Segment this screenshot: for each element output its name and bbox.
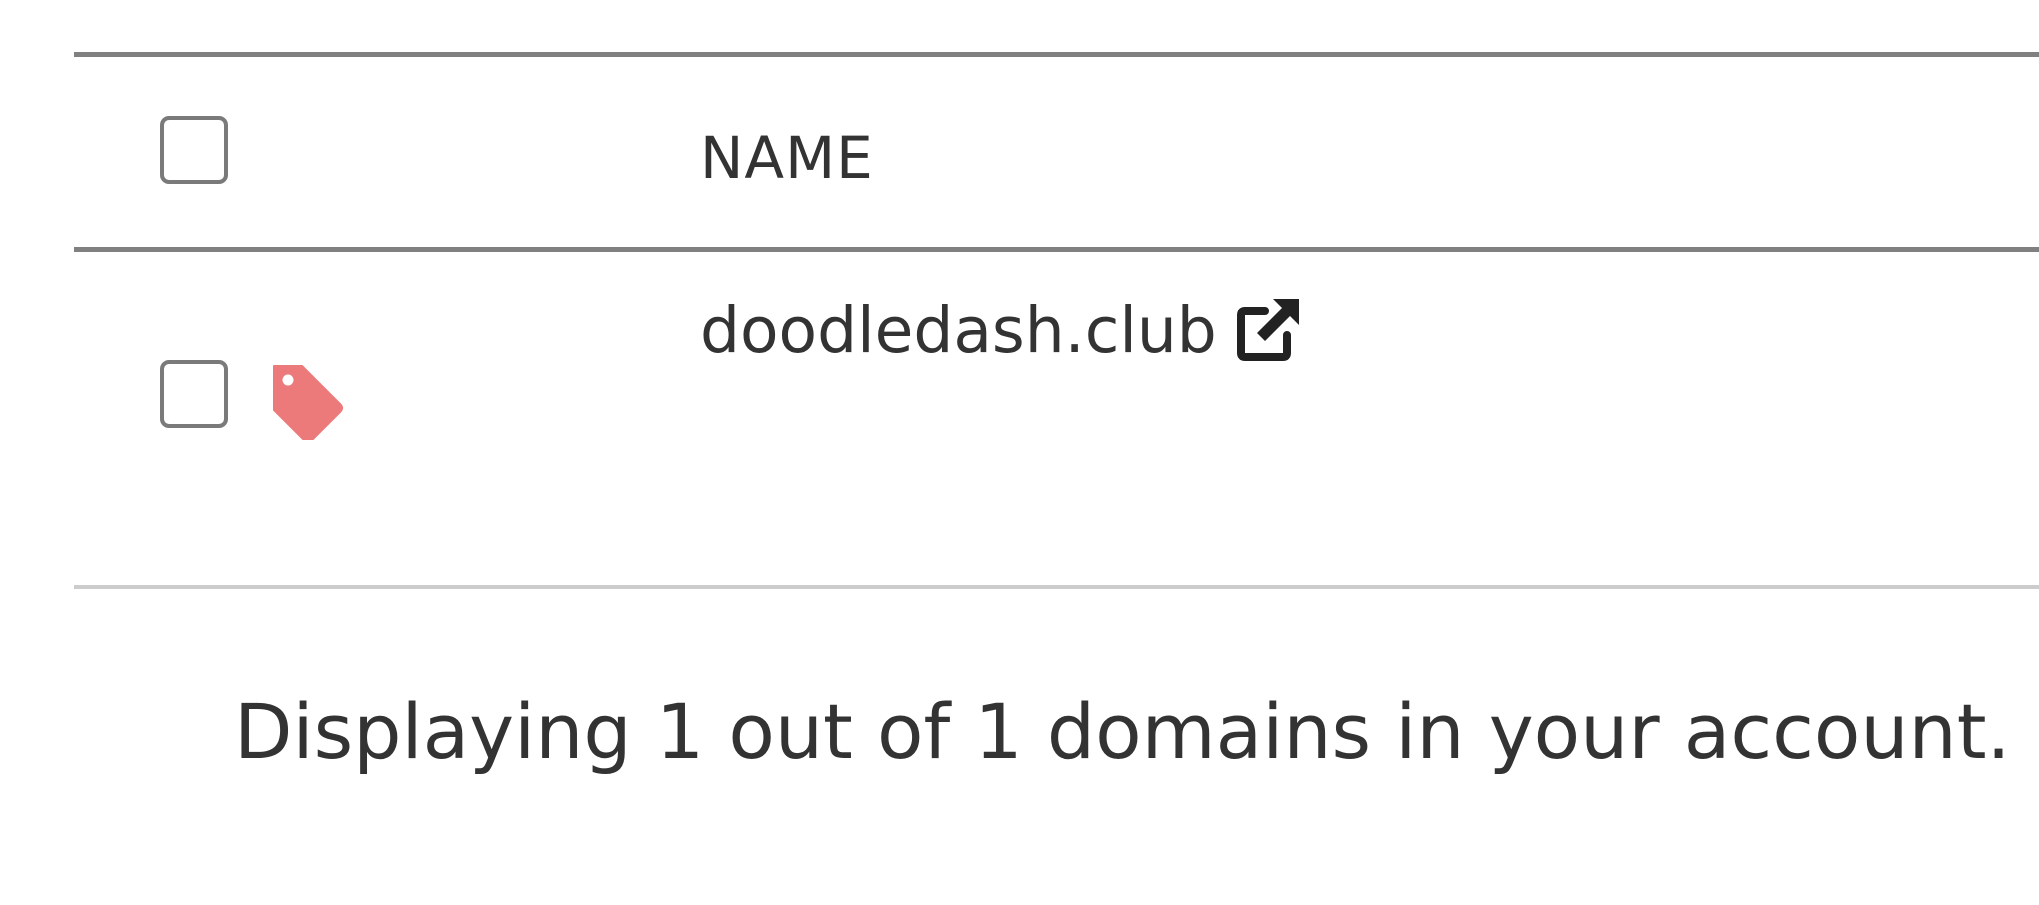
table-header-row: NAME (74, 52, 2039, 252)
domains-count-summary: Displaying 1 out of 1 domains in your ac… (234, 687, 2011, 776)
domain-name-link[interactable]: doodledash.club (700, 299, 1217, 362)
external-link-icon[interactable] (1235, 297, 1301, 363)
row-checkbox[interactable] (160, 360, 228, 428)
select-all-checkbox[interactable] (160, 116, 228, 184)
tag-icon[interactable] (268, 360, 348, 440)
domain-name-cell: doodledash.club (700, 297, 1301, 363)
domains-table: NAME doodledash.club Displaying 1 out of… (74, 52, 2039, 770)
table-row: doodledash.club (74, 252, 2039, 589)
column-header-name[interactable]: NAME (700, 129, 874, 187)
